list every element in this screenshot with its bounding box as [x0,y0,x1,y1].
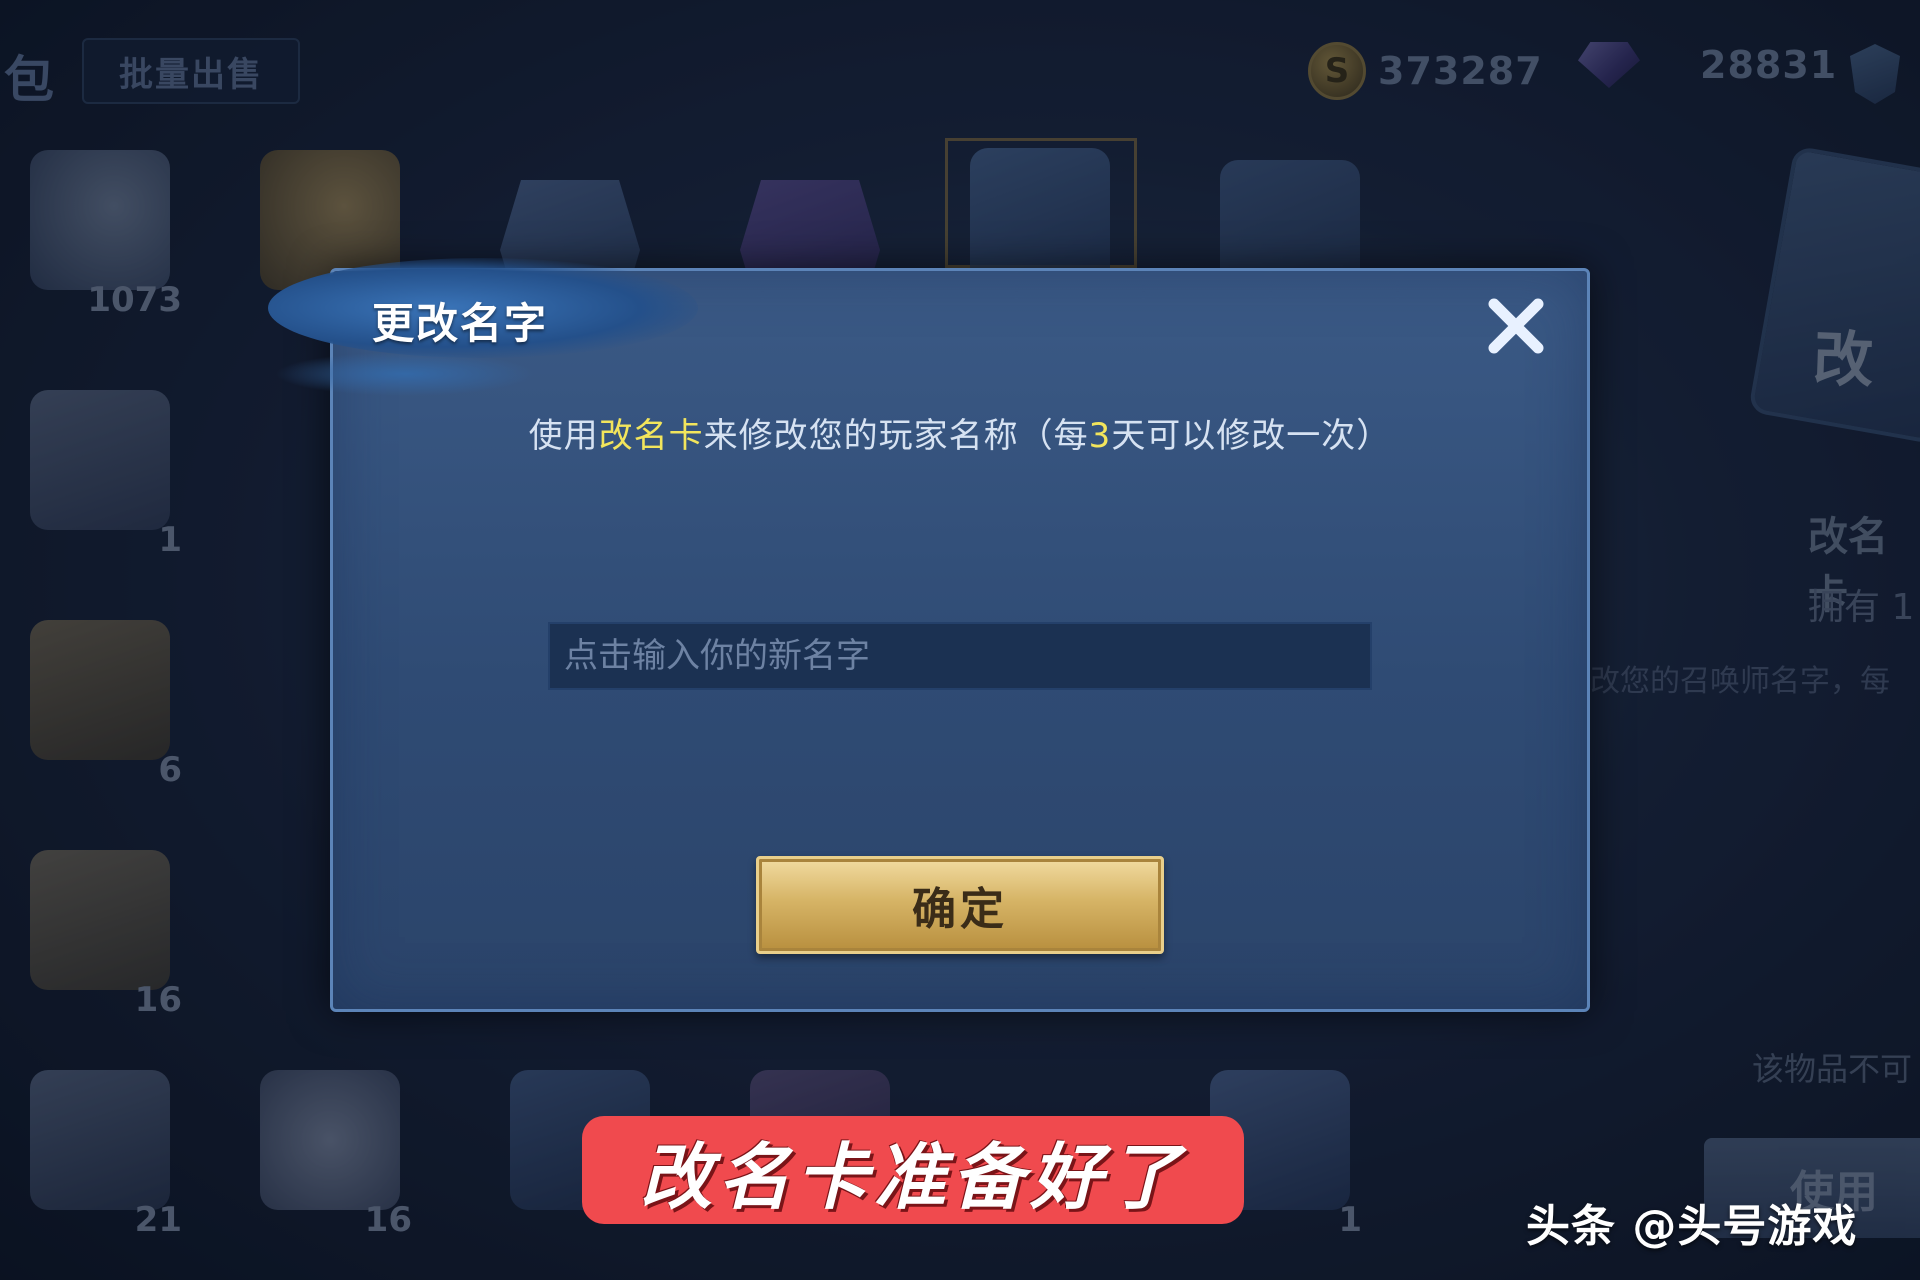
watermark: 头条 @头号游戏 [1526,1201,1858,1252]
new-name-input[interactable] [548,622,1372,690]
message-prefix: 使用 [528,416,599,456]
message-item-highlight: 改名卡 [598,416,704,456]
message-days-highlight: 3 [1088,416,1112,456]
close-icon [1488,298,1544,354]
message-middle: 来修改您的玩家名称（每 [703,416,1089,456]
video-caption: 改名卡准备好了 [582,1116,1244,1224]
confirm-button[interactable]: 确定 [756,856,1164,954]
close-button[interactable] [1476,286,1556,366]
message-suffix: 天可以修改一次） [1111,416,1392,456]
dialog-title: 更改名字 [372,299,549,348]
dialog-message: 使用改名卡来修改您的玩家名称（每3天可以修改一次） [330,408,1590,457]
title-ribbon-tail-decoration [275,352,535,396]
